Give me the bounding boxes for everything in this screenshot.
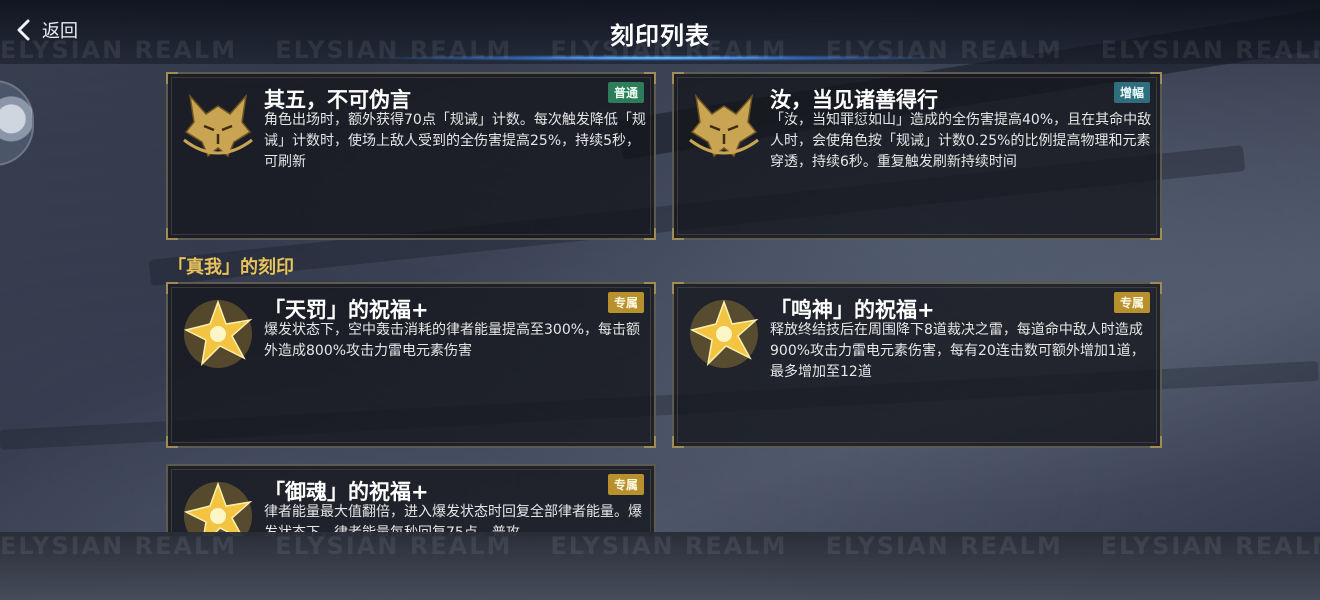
stigma-card[interactable]: 汝，当见诸善得行 增幅 「汝，当知罪愆如山」造成的全伤害提高40%，且在其命中敌… xyxy=(672,72,1162,240)
golden-lotus-icon xyxy=(689,299,759,368)
stigma-card[interactable]: 其五，不可伪言 普通 角色出场时，额外获得70点「规诫」计数。每次触发降低「规诫… xyxy=(166,72,656,240)
blessing-description: 律者能量最大值翻倍，进入爆发状态时回复全部律者能量。爆发状态下，律者能量每秒回复… xyxy=(264,504,642,536)
blessing-description: 爆发状态下，空中轰击消耗的律者能量提高至300%，每击额外造成800%攻击力雷电… xyxy=(264,322,641,359)
rarity-tag: 增幅 xyxy=(1113,82,1150,103)
avatar[interactable] xyxy=(0,80,34,166)
blessing-card[interactable]: 「鸣神」的祝福+ 专属 释放终结技后在周围降下8道裁决之雷，每道命中敌人时造成9… xyxy=(672,282,1162,448)
wolf-crest-icon xyxy=(183,93,253,158)
exclusive-tag: 专属 xyxy=(607,474,644,495)
wolf-crest-icon xyxy=(689,93,759,158)
golden-lotus-icon xyxy=(183,481,253,536)
blessing-description: 释放终结技后在周围降下8道裁决之雷，每道命中敌人时造成900%攻击力雷电元素伤害… xyxy=(770,322,1145,380)
exclusive-tag: 专属 xyxy=(1113,292,1150,313)
exclusive-tag: 专属 xyxy=(607,292,644,313)
blessing-card[interactable]: 「天罚」的祝福+ 专属 爆发状态下，空中轰击消耗的律者能量提高至300%，每击额… xyxy=(166,282,656,448)
watermark-bottom: ELYSIAN REALM ELYSIAN REALM ELYSIAN REALM E… xyxy=(0,532,1320,560)
blessing-card[interactable]: 「御魂」的祝福+ 专属 律者能量最大值翻倍，进入爆发状态时回复全部律者能量。爆发… xyxy=(166,464,656,536)
golden-lotus-icon xyxy=(183,299,253,368)
rarity-tag: 普通 xyxy=(607,82,644,103)
section-title: 「真我」的刻印 xyxy=(168,257,294,278)
page-title: 刻印列表 xyxy=(610,22,710,50)
stigma-description: 「汝，当知罪愆如山」造成的全伤害提高40%，且在其命中敌人时，会使角色按「规诫」… xyxy=(770,112,1152,170)
stigma-description: 角色出场时，额外获得70点「规诫」计数。每次触发降低「规诫」计数时，使场上敌人受… xyxy=(264,112,646,170)
